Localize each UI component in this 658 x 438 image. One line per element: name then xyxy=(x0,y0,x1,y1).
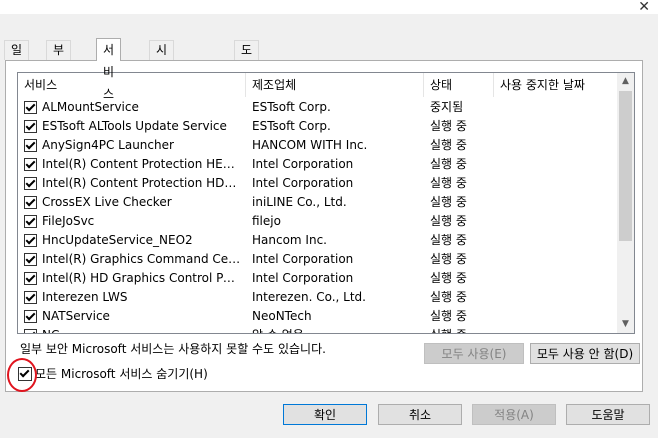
service-name: ESTsoft ALTools Update Service xyxy=(42,119,227,133)
service-manufacturer: Intel Corporation xyxy=(252,252,354,266)
service-checkbox[interactable] xyxy=(24,177,37,190)
service-checkbox[interactable] xyxy=(24,139,37,152)
service-manufacturer: ESTsoft Corp. xyxy=(252,100,331,114)
service-status: 실행 중 xyxy=(430,176,467,190)
service-checkbox[interactable] xyxy=(24,329,37,333)
tab-services[interactable]: 서비스 xyxy=(96,38,122,101)
service-status: 실행 중 xyxy=(430,252,467,266)
service-status: 실행 중 xyxy=(430,195,467,209)
service-status: 실행 중 xyxy=(430,233,467,247)
service-name: AnySign4PC Launcher xyxy=(42,138,174,152)
service-checkbox[interactable] xyxy=(24,272,37,285)
service-checkbox[interactable] xyxy=(24,101,37,114)
help-button[interactable]: 도움말 xyxy=(566,404,650,425)
service-manufacturer: Intel Corporation xyxy=(252,176,354,190)
service-checkbox[interactable] xyxy=(24,158,37,171)
column-header-manufacturer[interactable]: 제조업체 xyxy=(246,73,424,97)
tab-general[interactable]: 일반 xyxy=(4,40,30,76)
tab-tools[interactable]: 도구 xyxy=(234,40,260,76)
service-manufacturer: ESTsoft Corp. xyxy=(252,119,331,133)
cancel-button[interactable]: 취소 xyxy=(378,404,462,425)
tab-boot[interactable]: 부팅 xyxy=(46,40,72,76)
scroll-down-icon[interactable]: ▼ xyxy=(617,316,634,333)
service-manufacturer: Interezen. Co., Ltd. xyxy=(252,290,366,304)
annotation-circle xyxy=(7,358,37,392)
table-row[interactable]: Intel(R) Content Protection HDCP S... Int… xyxy=(18,174,615,193)
service-manufacturer: NeoNTech xyxy=(252,309,312,323)
system-configuration-dialog: ✕ 일반 부팅 서비스 시작프로그램 도구 서비스 제조업체 상태 사용 중지한… xyxy=(0,0,658,438)
service-status: 실행 중 xyxy=(430,271,467,285)
column-header-service[interactable]: 서비스 xyxy=(18,73,246,97)
service-status: 실행 중 xyxy=(430,290,467,304)
service-checkbox[interactable] xyxy=(24,120,37,133)
tab-startup[interactable]: 시작프로그램 xyxy=(149,40,175,152)
table-row[interactable]: Intel(R) HD Graphics Control Panel ... In… xyxy=(18,269,615,288)
service-name: Intel(R) Content Protection HECI Se... xyxy=(42,157,242,171)
service-manufacturer: Intel Corporation xyxy=(252,157,354,171)
service-status: 실행 중 xyxy=(430,309,467,323)
scroll-up-icon[interactable]: ▲ xyxy=(617,73,634,90)
service-checkbox[interactable] xyxy=(24,234,37,247)
service-name: ALMountService xyxy=(42,100,139,114)
service-name: Interezen LWS xyxy=(42,290,128,304)
table-row[interactable]: NATService NeoNTech 실행 중 xyxy=(18,307,615,326)
security-note: 일부 보안 Microsoft 서비스는 사용하지 못할 수도 있습니다. xyxy=(20,342,326,356)
enable-all-button[interactable]: 모두 사용(E) xyxy=(424,343,524,364)
service-checkbox[interactable] xyxy=(24,253,37,266)
service-status: 실행 중 xyxy=(430,214,467,228)
service-status: 실행 중 xyxy=(430,157,467,171)
table-row[interactable]: Intel(R) Content Protection HECI Se... In… xyxy=(18,155,615,174)
service-checkbox[interactable] xyxy=(24,196,37,209)
service-manufacturer: 알 수 없음 xyxy=(252,326,420,333)
table-row[interactable]: AnySign4PC Launcher HANCOM WITH Inc. 실행 중 xyxy=(18,136,615,155)
column-header-status[interactable]: 상태 xyxy=(424,73,494,97)
service-status: 실행 중 xyxy=(430,119,467,133)
service-name: HncUpdateService_NEO2 xyxy=(42,233,193,247)
service-checkbox[interactable] xyxy=(24,310,37,323)
table-row[interactable]: ESTsoft ALTools Update Service ESTsoft Co… xyxy=(18,117,615,136)
vertical-scrollbar[interactable]: ▲ ▼ xyxy=(617,73,634,333)
table-row[interactable]: NC... 알 수 없음 실행 중 xyxy=(18,326,615,333)
service-name: Intel(R) Graphics Command Center ... xyxy=(42,252,242,266)
service-manufacturer: HANCOM WITH Inc. xyxy=(252,138,368,152)
table-row[interactable]: CrossEX Live Checker iniLINE Co., Ltd. 실행 … xyxy=(18,193,615,212)
hide-microsoft-services-label[interactable]: 모든 Microsoft 서비스 숨기기(H) xyxy=(35,367,208,381)
apply-button[interactable]: 적용(A) xyxy=(472,404,556,425)
service-manufacturer: iniLINE Co., Ltd. xyxy=(252,195,347,209)
services-list[interactable]: 서비스 제조업체 상태 사용 중지한 날짜 ALMountService ESTs… xyxy=(17,72,635,334)
service-name: Intel(R) Content Protection HDCP S... xyxy=(42,176,242,190)
title-bar: ✕ xyxy=(0,0,658,14)
service-status: 실행 중 xyxy=(430,326,492,333)
service-manufacturer: Hancom Inc. xyxy=(252,233,327,247)
column-header-disabled-date[interactable]: 사용 중지한 날짜 xyxy=(494,73,615,97)
service-name: FileJoSvc xyxy=(42,214,95,228)
service-name: Intel(R) HD Graphics Control Panel ... xyxy=(42,271,242,285)
service-checkbox[interactable] xyxy=(24,215,37,228)
service-manufacturer: Intel Corporation xyxy=(252,271,354,285)
table-row[interactable]: HncUpdateService_NEO2 Hancom Inc. 실행 중 xyxy=(18,231,615,250)
service-checkbox[interactable] xyxy=(24,291,37,304)
table-row[interactable]: Interezen LWS Interezen. Co., Ltd. 실행 중 xyxy=(18,288,615,307)
disable-all-button[interactable]: 모두 사용 안 함(D) xyxy=(530,343,640,364)
service-name: CrossEX Live Checker xyxy=(42,195,172,209)
table-row[interactable]: FileJoSvc filejo 실행 중 xyxy=(18,212,615,231)
ok-button[interactable]: 확인 xyxy=(283,404,367,425)
table-row[interactable]: Intel(R) Graphics Command Center ... Inte… xyxy=(18,250,615,269)
service-status: 중지됨 xyxy=(430,100,464,114)
scroll-thumb[interactable] xyxy=(619,91,632,241)
service-manufacturer: filejo xyxy=(252,214,281,228)
service-name: NATService xyxy=(42,309,110,323)
close-icon[interactable]: ✕ xyxy=(638,0,650,14)
service-status: 실행 중 xyxy=(430,138,467,152)
service-name: NC... xyxy=(42,326,242,333)
